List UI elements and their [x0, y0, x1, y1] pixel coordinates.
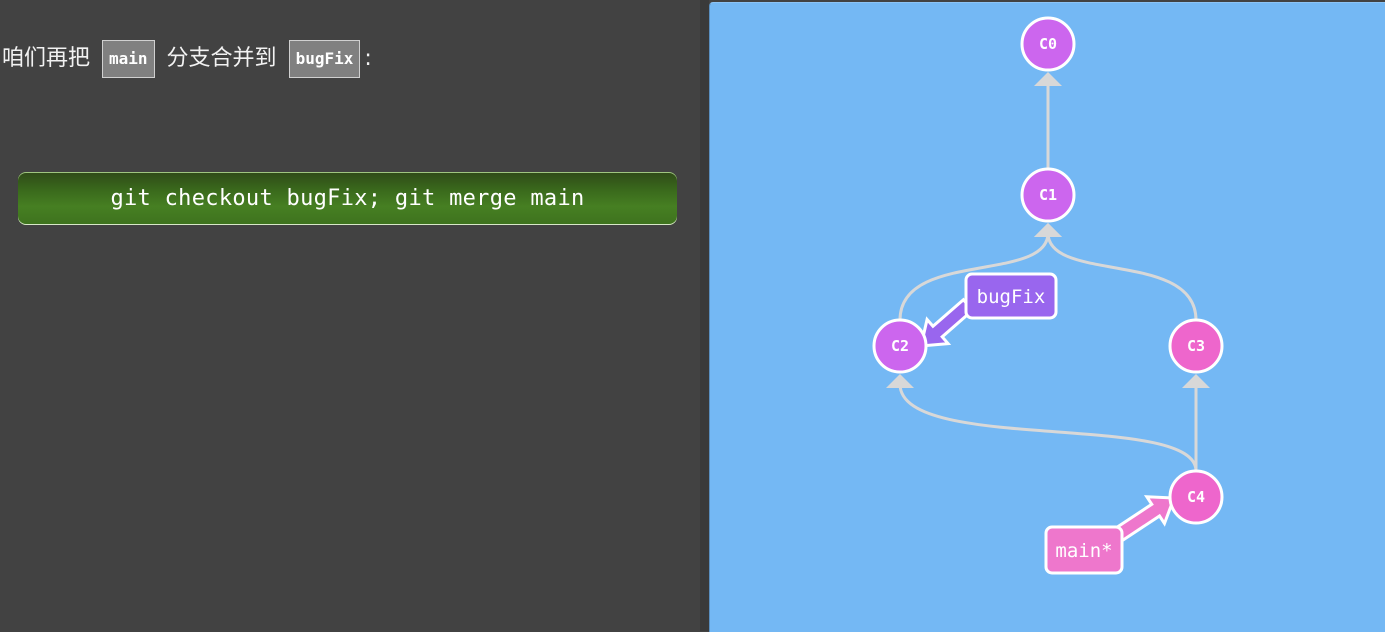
instruction-middle: 分支合并到: [166, 46, 277, 71]
edge-arrowhead-icon: [886, 374, 914, 388]
edge-c4-c2: [898, 383, 1198, 472]
commit-label: C0: [1039, 35, 1057, 53]
git-visualization: bugFix main* C0 C1 C2 C3 C4: [709, 2, 1385, 632]
command-button[interactable]: git checkout bugFix; git merge main: [18, 172, 677, 225]
commit-c4[interactable]: C4: [1168, 469, 1224, 525]
commit-graph: bugFix main* C0 C1 C2 C3 C4: [872, 16, 1224, 575]
edge-arrowhead-icon: [1034, 72, 1062, 86]
commit-label: C3: [1187, 337, 1205, 355]
commit-edges: [886, 72, 1210, 472]
commit-c0[interactable]: C0: [1020, 16, 1076, 72]
instruction-prefix: 咱们再把: [2, 46, 91, 71]
commit-c3[interactable]: C3: [1168, 318, 1224, 374]
edge-arrowhead-icon: [1034, 223, 1062, 237]
edge-c3-c1: [1046, 232, 1198, 321]
commit-label: C1: [1039, 186, 1057, 204]
command-text: git checkout bugFix; git merge main: [110, 186, 585, 211]
source-branch-chip: main: [102, 40, 155, 78]
target-branch-chip: bugFix: [288, 40, 361, 78]
commit-c1[interactable]: C1: [1020, 167, 1076, 223]
commit-label: C2: [891, 337, 909, 355]
commit-c2[interactable]: C2: [872, 318, 928, 374]
commit-label: C4: [1187, 488, 1205, 506]
edge-arrowhead-icon: [1182, 374, 1210, 388]
instruction-panel: 咱们再把 main 分支合并到 bugFix : git checkout bu…: [0, 0, 700, 631]
instruction-suffix: :: [364, 46, 372, 71]
pane-divider[interactable]: [700, 0, 709, 631]
branch-labels: bugFix main*: [919, 272, 1177, 575]
branch-label-bugfix: bugFix: [977, 286, 1046, 308]
branch-label-main: main*: [1055, 540, 1112, 562]
instruction-text: 咱们再把 main 分支合并到 bugFix :: [2, 40, 372, 78]
